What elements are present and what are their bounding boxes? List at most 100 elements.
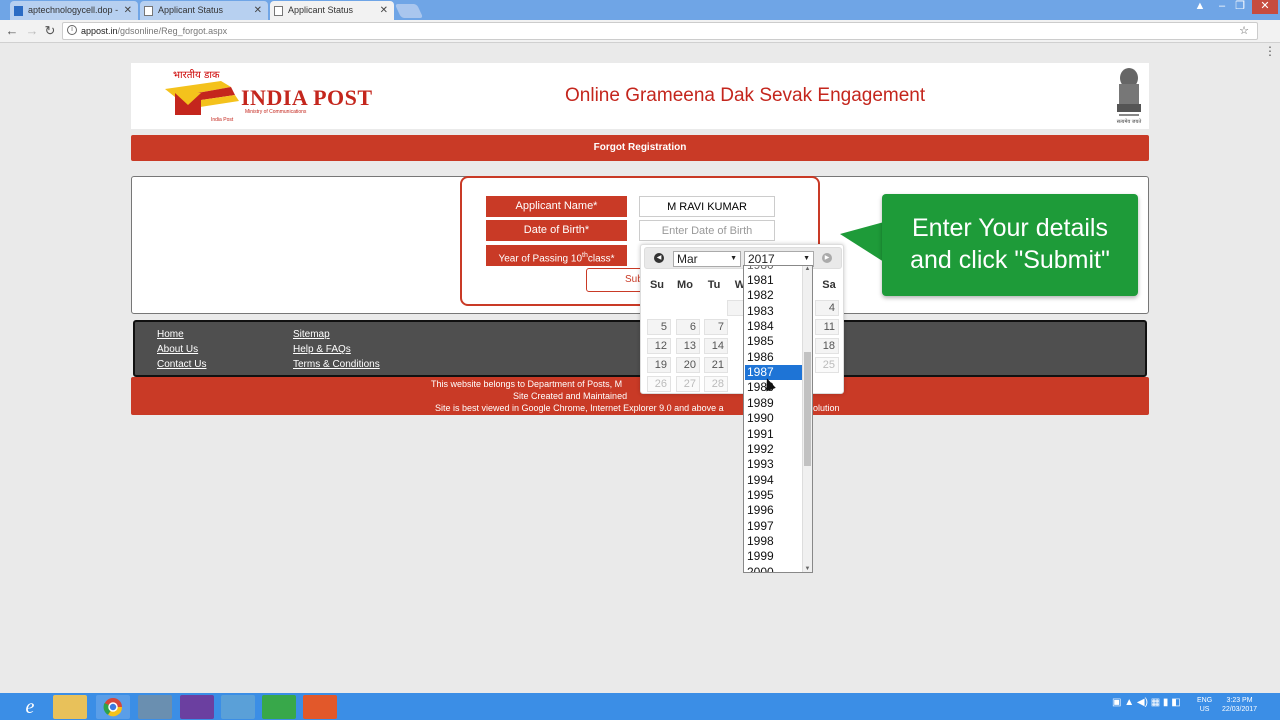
internet-explorer-icon[interactable]: e: [14, 695, 46, 719]
year-option[interactable]: 1992: [745, 442, 802, 457]
info-icon[interactable]: i: [67, 25, 77, 35]
tools-icon[interactable]: [138, 695, 172, 719]
camtasia-icon[interactable]: [262, 695, 296, 719]
weekday-header: Mo: [677, 279, 693, 291]
india-post-logo[interactable]: भारतीय डाक INDIA POST Ministry of Commun…: [161, 69, 376, 125]
day-cell[interactable]: 6: [676, 319, 700, 335]
year-option[interactable]: 1990: [745, 411, 802, 426]
year-option[interactable]: 1982: [745, 288, 802, 303]
close-tab-icon[interactable]: ✕: [254, 1, 262, 20]
footer-link-home[interactable]: Home: [157, 329, 184, 340]
day-cell[interactable]: 20: [676, 357, 700, 373]
year-option[interactable]: 1980: [745, 266, 802, 273]
tab-title: Applicant Status: [158, 5, 224, 15]
scroll-up-icon[interactable]: ▲: [803, 266, 812, 272]
file-explorer-icon[interactable]: [53, 695, 87, 719]
year-option[interactable]: 1998: [745, 534, 802, 549]
year-option[interactable]: 1989: [745, 396, 802, 411]
chrome-taskbar-icon[interactable]: [96, 695, 130, 719]
year-option[interactable]: 1994: [745, 473, 802, 488]
year-option[interactable]: 1981: [745, 273, 802, 288]
day-cell[interactable]: 18: [815, 338, 839, 354]
applicant-name-input[interactable]: [639, 196, 775, 217]
new-tab-button[interactable]: [394, 4, 424, 18]
applicant-name-label: Applicant Name*: [486, 196, 627, 217]
scroll-down-icon[interactable]: ▼: [803, 566, 812, 572]
year-label-suffix: class*: [587, 253, 615, 265]
tab-title: Applicant Status: [288, 5, 354, 15]
year-option[interactable]: 1993: [745, 457, 802, 472]
year-option[interactable]: 1985: [745, 334, 802, 349]
dob-label: Date of Birth*: [486, 220, 627, 241]
day-cell[interactable]: 11: [815, 319, 839, 335]
footer-link-sitemap[interactable]: Sitemap: [293, 329, 330, 340]
day-cell[interactable]: 13: [676, 338, 700, 354]
year-option[interactable]: 1986: [745, 350, 802, 365]
day-cell[interactable]: 4: [815, 300, 839, 316]
date-picker: ◀ Mar ▼ 2017 ▼ ▶ Su Mo Tu W Sa 4 5 6 7 1…: [640, 244, 844, 394]
footer-link-help[interactable]: Help & FAQs: [293, 344, 351, 355]
year-option[interactable]: 1996: [745, 503, 802, 518]
input-language[interactable]: ENG US: [1197, 696, 1212, 714]
visual-studio-icon[interactable]: [180, 695, 214, 719]
year-dropdown-list[interactable]: 1980 1981 1982 1983 1984 1985 1986 1987 1988 198…: [743, 265, 813, 573]
user-icon[interactable]: ▲: [1190, 0, 1210, 14]
india-post-emblem-icon: [165, 81, 239, 115]
close-window-button[interactable]: ✕: [1252, 0, 1278, 14]
dob-input[interactable]: [639, 220, 775, 241]
maximize-button[interactable]: ❐: [1230, 0, 1250, 14]
clock[interactable]: 3:23 PM 22/03/2017: [1222, 696, 1257, 714]
browser-tab-1[interactable]: aptechnologycell.dop - ✕: [10, 1, 138, 20]
day-cell[interactable]: 25: [815, 357, 839, 373]
year-option[interactable]: 1999: [745, 549, 802, 564]
close-tab-icon[interactable]: ✕: [124, 1, 132, 20]
windows-taskbar: e ▣ ▲ ◀) ▦ ▮ ◧ ENG US 3:23 PM 22/03/2017: [0, 693, 1280, 720]
day-cell[interactable]: 19: [647, 357, 671, 373]
year-option[interactable]: 2000: [745, 565, 802, 572]
year-option[interactable]: 1984: [745, 319, 802, 334]
bookmark-star-icon[interactable]: ☆: [1239, 23, 1249, 39]
footer-link-about[interactable]: About Us: [157, 344, 198, 355]
tray-icons[interactable]: ▣ ▲ ◀) ▦ ▮ ◧: [1112, 697, 1181, 708]
network-app-icon[interactable]: [221, 695, 255, 719]
day-cell[interactable]: 21: [704, 357, 728, 373]
footer-link-terms[interactable]: Terms & Conditions: [293, 359, 380, 370]
chevron-down-icon: ▼: [803, 255, 810, 262]
url-field[interactable]: i appost.in/gdsonline/Reg_forgot.aspx ☆: [62, 22, 1258, 40]
year-option[interactable]: 1991: [745, 427, 802, 442]
year-option[interactable]: 1983: [745, 304, 802, 319]
footer-link-contact[interactable]: Contact Us: [157, 359, 206, 370]
day-cell[interactable]: 27: [676, 376, 700, 392]
reload-icon[interactable]: ↻: [42, 22, 58, 40]
year-option[interactable]: 1995: [745, 488, 802, 503]
day-cell[interactable]: 14: [704, 338, 728, 354]
scrollbar-thumb[interactable]: [804, 352, 811, 466]
forward-icon[interactable]: →: [24, 22, 40, 40]
chrome-logo-icon: [103, 698, 123, 717]
footer-line-3b: olution: [813, 403, 840, 413]
browser-tab-2[interactable]: Applicant Status ✕: [140, 1, 268, 20]
logo-small-text: India Post: [211, 117, 234, 123]
chrome-menu-icon[interactable]: ⋮: [1264, 44, 1276, 58]
prev-month-icon[interactable]: ◀: [654, 253, 664, 263]
year-option[interactable]: 1987: [745, 365, 802, 381]
dropdown-scrollbar[interactable]: ▲ ▼: [802, 266, 812, 572]
day-cell[interactable]: 28: [704, 376, 728, 392]
month-select-value: Mar: [677, 252, 698, 266]
back-icon[interactable]: ←: [4, 22, 20, 40]
outlook-icon: [14, 6, 23, 16]
year-option[interactable]: 1997: [745, 519, 802, 534]
month-select[interactable]: Mar ▼: [673, 251, 741, 267]
minimize-button[interactable]: –: [1212, 0, 1232, 14]
close-tab-icon[interactable]: ✕: [380, 1, 388, 20]
recorder-icon[interactable]: [303, 695, 337, 719]
day-cell[interactable]: 26: [647, 376, 671, 392]
clock-time: 3:23 PM: [1226, 697, 1253, 704]
day-cell[interactable]: 7: [704, 319, 728, 335]
day-cell[interactable]: 5: [647, 319, 671, 335]
browser-tab-3[interactable]: Applicant Status ✕: [270, 1, 394, 20]
next-month-icon[interactable]: ▶: [822, 253, 832, 263]
day-cell[interactable]: 12: [647, 338, 671, 354]
chevron-down-icon: ▼: [730, 255, 737, 262]
browser-tab-strip: aptechnologycell.dop - ✕ Applicant Statu…: [0, 0, 1280, 20]
